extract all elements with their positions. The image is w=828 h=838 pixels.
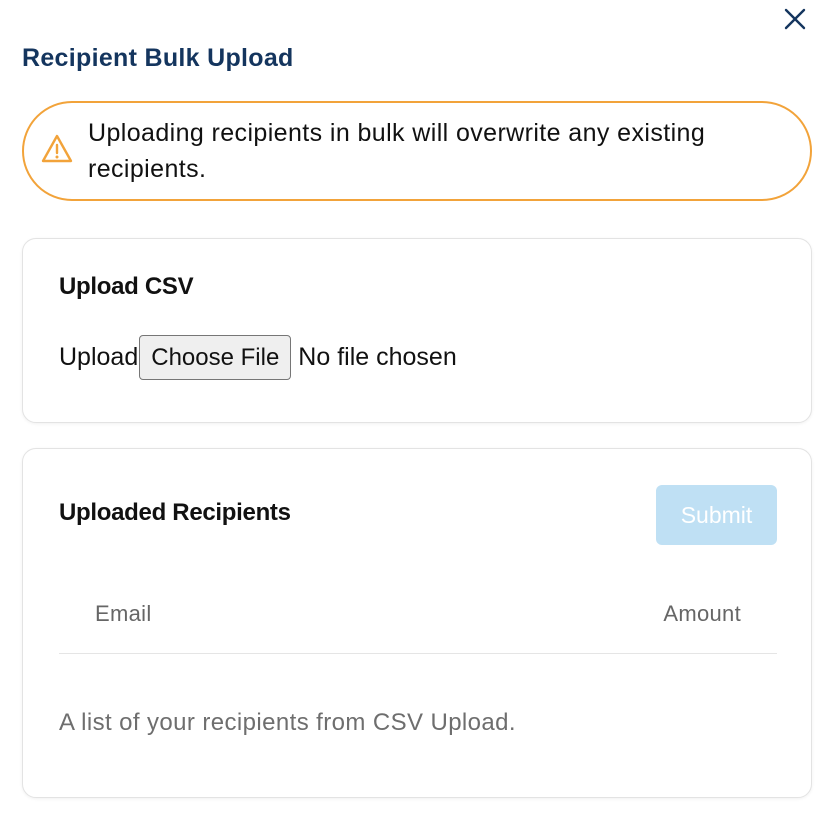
recipient-bulk-upload-modal: Recipient Bulk Upload Uploading recipien… [0,0,828,838]
warning-text: Uploading recipients in bulk will overwr… [88,119,706,183]
submit-button[interactable]: Submit [656,485,777,545]
close-button[interactable] [780,4,810,34]
modal-title: Recipient Bulk Upload [22,44,294,72]
warning-alert: Uploading recipients in bulk will overwr… [22,101,812,201]
file-status-text: No file chosen [298,343,457,371]
file-upload-row: Upload Choose File No file chosen [59,335,457,380]
upload-csv-card: Upload CSV Upload Choose File No file ch… [22,238,812,423]
recipients-table-header: Email Amount [59,597,777,654]
column-header-email[interactable]: Email [95,601,152,627]
column-header-amount[interactable]: Amount [663,601,741,627]
uploaded-recipients-card: Uploaded Recipients Submit Email Amount … [22,448,812,798]
upload-label: Upload [59,343,139,371]
warning-triangle-icon [41,134,73,163]
uploaded-recipients-title: Uploaded Recipients [59,499,291,526]
table-caption: A list of your recipients from CSV Uploa… [59,709,516,736]
close-x-icon [784,8,806,30]
upload-csv-title: Upload CSV [59,273,194,300]
choose-file-button[interactable]: Choose File [139,335,292,380]
